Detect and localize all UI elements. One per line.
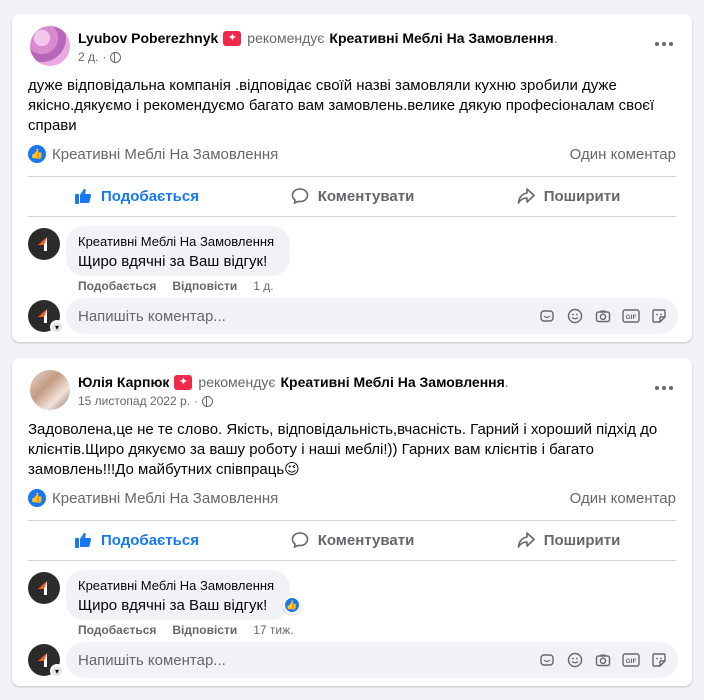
comment-icon xyxy=(290,530,310,550)
comment-placeholder: Напишіть коментар... xyxy=(78,307,226,325)
chevron-down-icon[interactable]: ▾ xyxy=(50,664,64,678)
like-icon xyxy=(73,186,93,206)
sticker-face-icon[interactable] xyxy=(650,307,668,325)
emoji-icon[interactable] xyxy=(566,307,584,325)
post-time[interactable]: 2 д. xyxy=(78,50,98,64)
author-name[interactable]: Юлія Карпюк xyxy=(78,374,169,390)
page-name[interactable]: Креативні Меблі На Замовлення xyxy=(281,374,505,390)
gif-icon[interactable]: GIF xyxy=(622,307,640,325)
globe-icon xyxy=(201,395,213,407)
reply-like-link[interactable]: Подобається xyxy=(78,623,156,637)
share-icon xyxy=(516,530,536,550)
reply-bubble: Креативні Меблі На Замовлення Щиро вдячн… xyxy=(66,226,290,276)
svg-text:GIF: GIF xyxy=(626,658,637,665)
comment-button[interactable]: Коментувати xyxy=(244,177,460,215)
share-button[interactable]: Поширити xyxy=(460,177,676,215)
sticker-face-icon[interactable] xyxy=(650,651,668,669)
more-icon[interactable] xyxy=(652,32,676,56)
gif-icon[interactable]: GIF xyxy=(622,651,640,669)
reply-like-reaction-icon[interactable]: 👍 xyxy=(283,596,301,614)
action-bar: Подобається Коментувати Поширити xyxy=(28,177,676,215)
review-post-2: Юлія Карпюк ✦ рекомендує Креативні Меблі… xyxy=(12,358,692,686)
sticker-icon[interactable] xyxy=(538,307,556,325)
reaction-by[interactable]: Креативні Меблі На Замовлення xyxy=(52,146,278,163)
post-meta: 15 листопад 2022 р. · xyxy=(78,394,213,408)
review-text: дуже відповідальна компанія .відповідає … xyxy=(28,77,655,134)
comment-button[interactable]: Коментувати xyxy=(244,521,460,559)
svg-text:GIF: GIF xyxy=(626,314,637,321)
post-header: Lyubov Poberezhnyk ✦ рекомендує Креативн… xyxy=(78,30,558,46)
post-stats: 👍 Креативні Меблі На Замовлення Один ком… xyxy=(28,488,676,508)
comment-input[interactable]: Напишіть коментар... GIF xyxy=(66,642,678,678)
post-time[interactable]: 15 листопад 2022 р. xyxy=(78,394,190,408)
camera-icon[interactable] xyxy=(594,651,612,669)
my-avatar[interactable]: ▾ xyxy=(28,644,64,678)
post-header: Юлія Карпюк ✦ рекомендує Креативні Меблі… xyxy=(78,374,509,390)
reply-bubble: Креативні Меблі На Замовлення Щиро вдячн… xyxy=(66,570,290,620)
author-avatar[interactable] xyxy=(30,370,70,410)
reply-reply-link[interactable]: Відповісти xyxy=(172,623,237,637)
recommends-label: рекомендує xyxy=(247,30,325,46)
comment-placeholder: Напишіть коментар... xyxy=(78,651,226,669)
page-name[interactable]: Креативні Меблі На Замовлення xyxy=(329,30,553,46)
comment-tools: GIF xyxy=(538,307,668,325)
reply-reply-link[interactable]: Відповісти xyxy=(172,279,237,293)
page-avatar[interactable] xyxy=(28,572,60,604)
like-button[interactable]: Подобається xyxy=(28,177,244,215)
reply-text: Щиро вдячні за Ваш відгук! xyxy=(78,253,268,270)
sticker-icon[interactable] xyxy=(538,651,556,669)
comments-count[interactable]: Один коментар xyxy=(570,490,676,507)
review-post-1: Lyubov Poberezhnyk ✦ рекомендує Креативн… xyxy=(12,14,692,342)
reply-time[interactable]: 1 д. xyxy=(253,279,273,293)
author-avatar[interactable] xyxy=(30,26,70,66)
camera-icon[interactable] xyxy=(594,307,612,325)
globe-icon xyxy=(110,51,122,63)
action-bar: Подобається Коментувати Поширити xyxy=(28,521,676,559)
emoji-icon[interactable] xyxy=(566,651,584,669)
like-icon: 👍 xyxy=(28,489,46,507)
recommend-icon: ✦ xyxy=(223,30,242,46)
reaction-by[interactable]: Креативні Меблі На Замовлення xyxy=(52,490,278,507)
review-text: Задоволена,це не те слово. Якість, відпо… xyxy=(28,421,658,478)
divider xyxy=(28,560,676,561)
page-avatar[interactable] xyxy=(28,228,60,260)
more-icon[interactable] xyxy=(652,376,676,400)
divider xyxy=(28,216,676,217)
comment-input[interactable]: Напишіть коментар... GIF xyxy=(66,298,678,334)
reply-author[interactable]: Креативні Меблі На Замовлення xyxy=(78,578,278,593)
reply-meta: Подобається Відповісти 1 д. xyxy=(78,279,274,293)
like-icon: 👍 xyxy=(28,145,46,163)
recommend-icon: ✦ xyxy=(174,374,193,390)
author-name[interactable]: Lyubov Poberezhnyk xyxy=(78,30,218,46)
like-button[interactable]: Подобається xyxy=(28,521,244,559)
my-avatar[interactable]: ▾ xyxy=(28,300,64,334)
reply-meta: Подобається Відповісти 17 тиж. xyxy=(78,623,293,637)
chevron-down-icon[interactable]: ▾ xyxy=(50,320,64,334)
comment-tools: GIF xyxy=(538,651,668,669)
reply-time[interactable]: 17 тиж. xyxy=(253,623,293,637)
reply-text: Щиро вдячні за Ваш відгук! xyxy=(78,597,268,614)
recommends-label: рекомендує xyxy=(198,374,276,390)
like-icon xyxy=(73,530,93,550)
post-meta: 2 д. · xyxy=(78,50,122,64)
comment-icon xyxy=(290,186,310,206)
post-stats: 👍 Креативні Меблі На Замовлення Один ком… xyxy=(28,144,676,164)
share-icon xyxy=(516,186,536,206)
reply-like-link[interactable]: Подобається xyxy=(78,279,156,293)
comments-count[interactable]: Один коментар xyxy=(570,146,676,163)
reply-author[interactable]: Креативні Меблі На Замовлення xyxy=(78,234,278,249)
share-button[interactable]: Поширити xyxy=(460,521,676,559)
